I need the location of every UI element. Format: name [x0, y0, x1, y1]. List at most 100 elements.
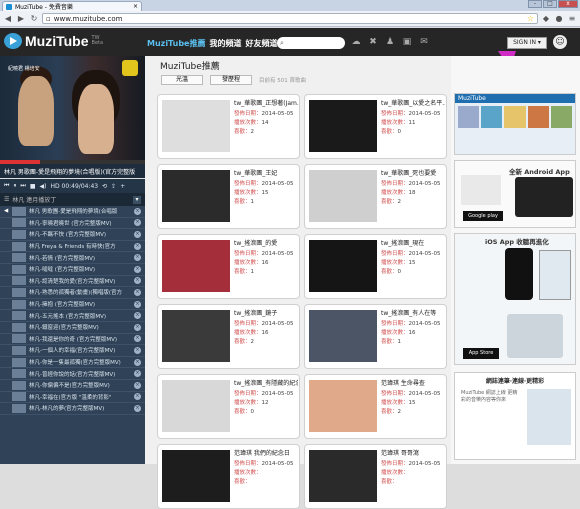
playlist-item[interactable]: 林凡-你是一隻最孤獨(官方完整版MV) ×	[0, 357, 145, 369]
video-title[interactable]: 范瑋琪 哥哥瀉	[381, 448, 445, 457]
video-title[interactable]: tw_華歌團_正想著(Jam...	[234, 98, 298, 107]
sort-newest-button[interactable]: 發歷程	[210, 75, 252, 85]
playlist-item[interactable]: 林凡 Freya & Friends 有時快(官方 ×	[0, 241, 145, 253]
sort-popular-button[interactable]: 光溫	[161, 75, 203, 85]
video-card[interactable]: tw_華歌團_王妃 發佈日期：2014-05-05 播放次數：15 喜歡：1	[157, 164, 300, 229]
remove-icon[interactable]: ×	[134, 404, 141, 412]
back-icon[interactable]: ◀	[3, 14, 13, 24]
video-title[interactable]: tw_搖滾團_的愛	[234, 238, 298, 247]
playlist-item[interactable]: 林凡-一個人的幸福(官方完整版MV) ×	[0, 345, 145, 357]
android-app-ad[interactable]: 全新 Android App Google play	[454, 160, 576, 228]
menu-icon[interactable]: ≡	[567, 14, 577, 24]
video-title[interactable]: tw_搖滾團_有人在等	[381, 308, 445, 317]
reload-icon[interactable]: ↻	[29, 14, 39, 24]
minimize-button[interactable]: -	[528, 0, 542, 8]
video-title[interactable]: 范瑋琪 我們的紀念日	[234, 448, 298, 457]
add-icon[interactable]: +	[120, 183, 125, 190]
remove-icon[interactable]: ×	[134, 312, 141, 320]
video-title[interactable]: tw_華歌團_死也要愛	[381, 168, 445, 177]
app-store-badge[interactable]: App Store	[463, 348, 499, 359]
volume-icon[interactable]: ◀)	[40, 183, 47, 190]
remove-icon[interactable]: ×	[134, 370, 141, 378]
playlist-item[interactable]: 林凡-我還是你的奇 (官方完整版MV) ×	[0, 334, 145, 346]
video-thumbnail[interactable]	[309, 240, 377, 292]
extension-icon[interactable]: ◆	[541, 14, 551, 24]
playlist-item[interactable]: 林凡-不羈不快 (官方完整版MV) ×	[0, 229, 145, 241]
remove-icon[interactable]: ×	[134, 219, 141, 227]
sign-in-button[interactable]: SIGN IN ▾	[507, 37, 547, 49]
playlist-item[interactable]: 林凡-若情 (官方完整版MV) ×	[0, 252, 145, 264]
video-card[interactable]: tw_搖滾團_的愛 發佈日期：2014-05-05 播放次數：16 喜歡：1	[157, 234, 300, 299]
video-thumbnail[interactable]	[309, 100, 377, 152]
video-player[interactable]: 紀曉君 楊培安	[0, 56, 145, 164]
site-logo[interactable]: MuziTube TW Beta	[4, 33, 103, 49]
video-title[interactable]: 范瑋琪 生命尋查	[381, 378, 445, 387]
tab-close-icon[interactable]: ×	[133, 3, 138, 10]
video-card[interactable]: tw_搖滾團_鏡子 發佈日期：2014-05-05 播放次數：16 喜歡：2	[157, 304, 300, 369]
video-thumbnail[interactable]	[309, 310, 377, 362]
remove-icon[interactable]: ×	[134, 358, 141, 366]
nav-my-channel[interactable]: 我的頻道	[209, 38, 241, 49]
star-icon[interactable]: ☆	[527, 14, 534, 23]
video-card[interactable]: tw_華歌團_死也要愛 發佈日期：2014-05-05 播放次數：18 喜歡：2	[304, 164, 447, 229]
video-thumbnail[interactable]	[309, 450, 377, 502]
video-card[interactable]: tw_華歌團_以愛之名平... 發佈日期：2014-05-05 播放次數：11 喜歡：…	[304, 94, 447, 159]
playlist-item[interactable]: 林凡-你偏偏不是(官方完整版MV) ×	[0, 380, 145, 392]
pause-icon[interactable]: ⏸	[13, 182, 16, 190]
video-thumbnail[interactable]	[162, 100, 230, 152]
remove-icon[interactable]: ×	[134, 207, 141, 215]
video-card[interactable]: tw_華歌團_正想著(Jam... 發佈日期：2014-05-05 播放次數：14 喜…	[157, 94, 300, 159]
person-icon[interactable]: ♟	[384, 37, 396, 48]
remove-icon[interactable]: ×	[134, 300, 141, 308]
ios-app-ad[interactable]: iOS App 收聽再進化 App Store	[454, 233, 576, 365]
remove-icon[interactable]: ×	[134, 265, 141, 273]
playlist-item[interactable]: 林凡-林凡的夢(官方完整版MV) ×	[0, 403, 145, 415]
news-ad[interactable]: 網誌連筆‧連線‧更精彩 MuziTube 網誌上線 更精彩的音樂內容等你來	[454, 372, 576, 460]
nav-recommended[interactable]: MuziTube推薦	[147, 38, 205, 49]
playlist-item[interactable]: 林凡-寧曉君曉世 (官方完整版MV) ×	[0, 218, 145, 230]
video-thumbnail[interactable]	[162, 380, 230, 432]
video-title[interactable]: tw_華歌團_王妃	[234, 168, 298, 177]
playlist-item[interactable]: ◀ 林凡 男歌團-愛是飛翔的夢境(合唱版 ×	[0, 206, 145, 218]
collapse-icon[interactable]: ▾	[133, 195, 141, 204]
remove-icon[interactable]: ×	[134, 242, 141, 250]
banner-ad[interactable]: MuziTube	[454, 93, 576, 155]
remove-icon[interactable]: ×	[134, 288, 141, 296]
remove-icon[interactable]: ×	[134, 335, 141, 343]
google-play-badge[interactable]: Google play	[463, 211, 503, 221]
playlist-item[interactable]: 林凡-擁抱 (官方完整版MV) ×	[0, 299, 145, 311]
chat-icon[interactable]: ☁	[350, 37, 362, 48]
playlist-item[interactable]: 林凡-認清楚我的愛(官方完整版MV) ×	[0, 276, 145, 288]
tools-icon[interactable]: ✖	[367, 37, 379, 48]
playlist-item[interactable]: 林凡-熟悉的孤獨者(動畫)(獨唱版(官方 ×	[0, 287, 145, 299]
video-card[interactable]: tw_搖滾團_現在 發佈日期：2014-05-05 播放次數：15 喜歡：0	[304, 234, 447, 299]
share-icon[interactable]: ⇪	[111, 183, 116, 190]
remove-icon[interactable]: ×	[134, 381, 141, 389]
nav-friends-channel[interactable]: 好友頻道	[245, 38, 277, 49]
video-title[interactable]: tw_搖滾團_鏡子	[234, 308, 298, 317]
url-field[interactable]: ▫ www.muzitube.com ☆	[42, 13, 538, 24]
playlist-item[interactable]: 林凡-幸福在(官方版 "溫柔的背影" ×	[0, 392, 145, 404]
repeat-icon[interactable]: ⟲	[102, 183, 107, 190]
remove-icon[interactable]: ×	[134, 277, 141, 285]
playlist-item[interactable]: 林凡-五元搖本 (官方完整版MV) ×	[0, 310, 145, 322]
playlist-item[interactable]: 林凡-噠噠 (官方完整版MV) ×	[0, 264, 145, 276]
video-thumbnail[interactable]	[162, 170, 230, 222]
extension-icon-2[interactable]: ●	[554, 14, 564, 24]
playlist-item[interactable]: 林凡-曾經你說的話(官方完整版MV) ×	[0, 368, 145, 380]
video-card[interactable]: tw_搖滾團_有人在等 發佈日期：2014-05-05 播放次數：16 喜歡：1	[304, 304, 447, 369]
video-title[interactable]: tw_華歌團_以愛之名平...	[381, 98, 445, 107]
video-thumbnail[interactable]	[162, 240, 230, 292]
browser-tab[interactable]: MuziTube - 免費音樂 ×	[2, 1, 142, 11]
video-card[interactable]: 范瑋琪 哥哥瀉 發佈日期：2014-05-05 播放次數： 喜歡：	[304, 444, 447, 509]
camera-icon[interactable]: ▣	[401, 37, 413, 48]
user-avatar-icon[interactable]: ☺	[553, 35, 567, 49]
video-card[interactable]: 范瑋琪 我們的紀念日 發佈日期：2014-05-05 播放次數： 喜歡：	[157, 444, 300, 509]
close-window-button[interactable]: x	[558, 0, 578, 8]
stop-icon[interactable]: ■	[30, 183, 36, 190]
video-thumbnail[interactable]	[162, 450, 230, 502]
video-title[interactable]: tw_搖滾團_有隱藏的紀念日	[234, 378, 298, 387]
video-card[interactable]: tw_搖滾團_有隱藏的紀念日發佈日期：2014-05-05 播放次數：12 喜歡：0	[157, 374, 300, 439]
forward-icon[interactable]: ▶	[16, 14, 26, 24]
video-title[interactable]: tw_搖滾團_現在	[381, 238, 445, 247]
